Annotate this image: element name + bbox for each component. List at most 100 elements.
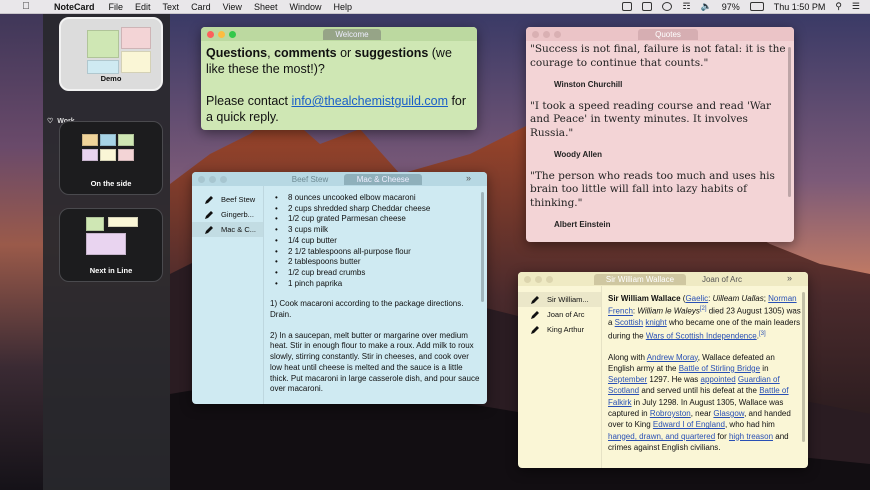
notification-center-icon[interactable]: ☰ xyxy=(852,1,860,12)
battery-percent[interactable]: 97% xyxy=(722,2,740,12)
ingredient: 3 cups milk xyxy=(270,225,481,236)
pencil-icon xyxy=(531,295,539,304)
tab-quotes[interactable]: Quotes xyxy=(638,29,698,40)
close-button[interactable] xyxy=(198,176,205,183)
recipes-card-list: Beef Stew Gingerb... Mac & C... xyxy=(192,186,264,404)
history-note[interactable]: Sir William Wallace Joan of Arc » Sir Wi… xyxy=(518,272,808,468)
sync-icon[interactable] xyxy=(662,2,673,11)
zoom-button[interactable] xyxy=(220,176,227,183)
wifi-icon[interactable]: ☶ xyxy=(682,1,690,12)
tab-mac-cheese[interactable]: Mac & Cheese xyxy=(344,174,422,185)
recipe-content[interactable]: 8 ounces uncooked elbow macaroni 2 cups … xyxy=(264,186,487,404)
link[interactable]: Andrew Moray xyxy=(647,353,698,362)
link[interactable]: Glasgow xyxy=(713,409,744,418)
note-titlebar[interactable]: Sir William Wallace Joan of Arc » xyxy=(518,272,808,286)
menu-card[interactable]: Card xyxy=(191,2,211,12)
zoom-button[interactable] xyxy=(546,276,553,283)
volume-icon[interactable]: 🔈 xyxy=(701,1,712,12)
window-controls xyxy=(524,276,553,283)
list-item[interactable]: Beef Stew xyxy=(192,192,263,207)
link[interactable]: Scottish xyxy=(615,318,643,327)
battery-icon[interactable] xyxy=(749,2,764,11)
minimize-button[interactable] xyxy=(218,31,225,38)
screen-mirror-icon[interactable] xyxy=(622,2,633,11)
link[interactable]: September xyxy=(608,375,647,384)
menu-clock[interactable]: Thu 1:50 PM xyxy=(774,2,826,12)
paragraph: Along with Andrew Moray, Wallace defeate… xyxy=(608,352,791,452)
welcome-text[interactable]: Questions, comments or suggestions (we l… xyxy=(201,41,477,129)
more-tabs-icon[interactable]: » xyxy=(466,173,471,183)
note-titlebar[interactable]: Beef Stew Mac & Cheese » xyxy=(192,172,487,186)
board-demo[interactable]: Demo xyxy=(59,17,163,91)
thumb-card xyxy=(87,60,119,74)
welcome-note[interactable]: Welcome Questions, comments or suggestio… xyxy=(201,27,477,130)
list-item[interactable]: King Arthur xyxy=(518,322,601,337)
history-card-list: Sir William... Joan of Arc King Arthur xyxy=(518,286,602,468)
menu-edit[interactable]: Edit xyxy=(135,2,151,12)
board-next-in-line[interactable]: Next in Line xyxy=(59,208,163,282)
menu-app-name[interactable]: NoteCard xyxy=(54,2,95,12)
list-item[interactable]: Gingerb... xyxy=(192,207,263,222)
link[interactable]: Wars of Scottish Independence xyxy=(646,331,757,340)
link[interactable]: hanged, drawn, and quartered xyxy=(608,432,715,441)
pencil-icon xyxy=(531,325,539,334)
menu-view[interactable]: View xyxy=(223,2,242,12)
email-link[interactable]: info@thealchemistguild.com xyxy=(291,94,448,108)
scrollbar[interactable] xyxy=(481,192,484,302)
menu-sheet[interactable]: Sheet xyxy=(254,2,278,12)
close-button[interactable] xyxy=(207,31,214,38)
minimize-button[interactable] xyxy=(209,176,216,183)
minimize-button[interactable] xyxy=(535,276,542,283)
zoom-button[interactable] xyxy=(554,31,561,38)
quotes-text[interactable]: "Success is not final, failure is not fa… xyxy=(526,41,794,242)
scrollbar[interactable] xyxy=(802,292,805,442)
minimize-button[interactable] xyxy=(543,31,550,38)
ingredient: 2 tablespoons butter xyxy=(270,257,481,268)
history-content[interactable]: Sir William Wallace (Gaelic: Uilleam Ual… xyxy=(602,286,808,468)
recipe-step: 2) In a saucepan, melt butter or margari… xyxy=(270,330,480,394)
list-item[interactable]: Joan of Arc xyxy=(518,307,601,322)
zoom-button[interactable] xyxy=(229,31,236,38)
quote-text: "I took a speed reading course and read … xyxy=(530,99,772,139)
link[interactable]: knight xyxy=(645,318,666,327)
thumb-card xyxy=(118,134,134,146)
thumb-card xyxy=(82,149,98,161)
checklist-icon[interactable] xyxy=(642,2,653,11)
more-tabs-icon[interactable]: » xyxy=(787,273,792,283)
tab-joan-of-arc[interactable]: Joan of Arc xyxy=(688,274,756,285)
list-item-selected[interactable]: Sir William... xyxy=(518,292,601,307)
tab-beef-stew[interactable]: Beef Stew xyxy=(278,174,342,185)
note-titlebar[interactable]: Welcome xyxy=(201,27,477,41)
list-item-selected[interactable]: Mac & C... xyxy=(192,222,263,237)
link[interactable]: appointed xyxy=(701,375,736,384)
quotes-note[interactable]: Quotes "Success is not final, failure is… xyxy=(526,27,794,242)
link[interactable]: Robroyston xyxy=(650,409,691,418)
board-label: Next in Line xyxy=(89,266,133,275)
menu-help[interactable]: Help xyxy=(333,2,352,12)
menu-text[interactable]: Text xyxy=(163,2,180,12)
menu-file[interactable]: File xyxy=(109,2,124,12)
menu-bar:  NoteCard File Edit Text Card View Shee… xyxy=(0,0,870,14)
thumb-card xyxy=(121,51,151,73)
thumb-card xyxy=(118,149,134,161)
tab-william-wallace[interactable]: Sir William Wallace xyxy=(594,274,686,285)
boards-sidebar: Demo ♡Work On the side Next in Line xyxy=(43,14,170,490)
tab-welcome[interactable]: Welcome xyxy=(323,29,381,40)
recipes-note[interactable]: Beef Stew Mac & Cheese » Beef Stew Ginge… xyxy=(192,172,487,404)
note-titlebar[interactable]: Quotes xyxy=(526,27,794,41)
board-on-the-side[interactable]: On the side xyxy=(59,121,163,195)
link[interactable]: high treason xyxy=(729,432,773,441)
close-button[interactable] xyxy=(524,276,531,283)
quote-author: Winston Churchill xyxy=(554,80,623,89)
scrollbar[interactable] xyxy=(788,47,791,197)
link[interactable]: Gaelic xyxy=(685,294,708,303)
close-button[interactable] xyxy=(532,31,539,38)
apple-menu-icon[interactable]:  xyxy=(0,1,34,12)
search-icon[interactable]: ⚲ xyxy=(835,1,842,12)
pencil-icon xyxy=(531,310,539,319)
link[interactable]: Edward I of England xyxy=(653,420,725,429)
link[interactable]: Battle of Stirling Bridge xyxy=(679,364,760,373)
menu-window[interactable]: Window xyxy=(289,2,321,12)
ingredient: 2 1/2 tablespoons all-purpose flour xyxy=(270,247,481,258)
thumb-card xyxy=(100,134,116,146)
